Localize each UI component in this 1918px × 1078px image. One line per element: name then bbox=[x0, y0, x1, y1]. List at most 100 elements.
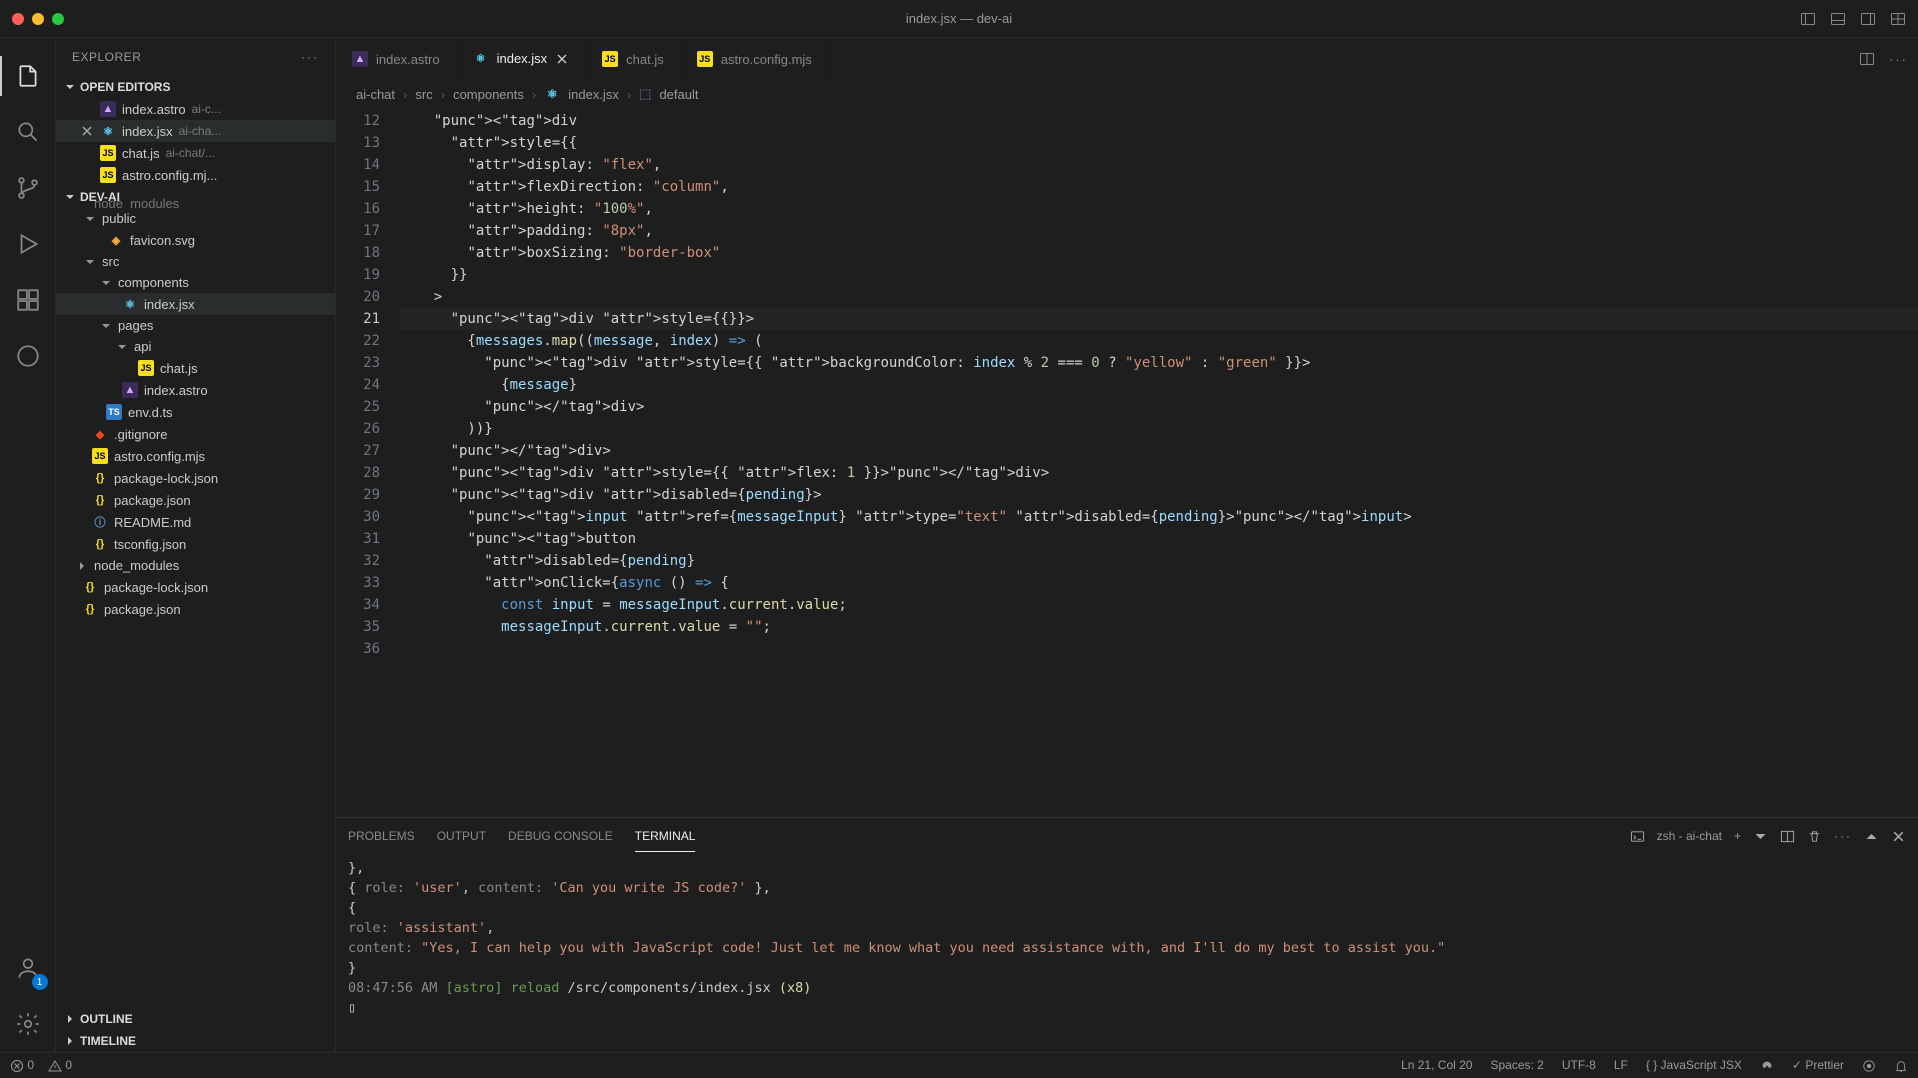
traffic-lights[interactable] bbox=[12, 13, 64, 25]
file-readme[interactable]: ⓘ README.md bbox=[56, 511, 335, 533]
file-package-json-root[interactable]: {} package.json bbox=[56, 598, 335, 620]
status-copilot-icon[interactable] bbox=[1760, 1058, 1774, 1073]
activity-source-control[interactable] bbox=[0, 160, 56, 216]
chevron-down-icon bbox=[84, 213, 96, 225]
maximize-window-icon[interactable] bbox=[52, 13, 64, 25]
more-actions-icon[interactable]: ··· bbox=[1834, 829, 1852, 843]
new-terminal-icon[interactable]: + bbox=[1734, 829, 1741, 843]
js-file-icon: JS bbox=[100, 167, 116, 183]
json-file-icon: {} bbox=[92, 492, 108, 508]
close-window-icon[interactable] bbox=[12, 13, 24, 25]
breadcrumb[interactable]: ai-chat› src› components› ⚛ index.jsx› ⬚… bbox=[336, 80, 1918, 108]
file-index-astro[interactable]: ▲ index.astro bbox=[56, 379, 335, 401]
status-language[interactable]: { } JavaScript JSX bbox=[1646, 1058, 1742, 1072]
file-package-lock-root[interactable]: {} package-lock.json bbox=[56, 576, 335, 598]
terminal-output[interactable]: }, { role: 'user', content: 'Can you wri… bbox=[336, 854, 1918, 1052]
more-actions-icon[interactable]: ··· bbox=[301, 50, 319, 64]
md-file-icon: ⓘ bbox=[92, 514, 108, 530]
chevron-up-icon[interactable] bbox=[1864, 829, 1879, 844]
svg-file-icon: ◈ bbox=[108, 232, 124, 248]
open-editors-section[interactable]: OPEN EDITORS bbox=[56, 76, 335, 98]
status-bell-icon[interactable] bbox=[1894, 1058, 1908, 1073]
file-package-lock[interactable]: {} package-lock.json bbox=[56, 467, 335, 489]
minimize-window-icon[interactable] bbox=[32, 13, 44, 25]
js-file-icon: JS bbox=[92, 448, 108, 464]
folder-components[interactable]: components bbox=[56, 272, 335, 293]
terminal-shell-label[interactable]: zsh - ai-chat bbox=[1657, 829, 1722, 843]
json-file-icon: {} bbox=[82, 579, 98, 595]
chevron-right-icon bbox=[64, 1013, 76, 1025]
status-eol[interactable]: LF bbox=[1614, 1058, 1628, 1072]
close-icon[interactable] bbox=[1891, 829, 1906, 844]
panel-tab-terminal[interactable]: TERMINAL bbox=[635, 821, 696, 852]
split-editor-icon[interactable] bbox=[1859, 51, 1875, 67]
outline-section[interactable]: OUTLINE bbox=[56, 1008, 335, 1030]
folder-pages[interactable]: pages bbox=[56, 315, 335, 336]
chevron-down-icon bbox=[64, 81, 76, 93]
file-env-dts[interactable]: TS env.d.ts bbox=[56, 401, 335, 423]
react-file-icon: ⚛ bbox=[544, 86, 560, 102]
terminal-profile-icon[interactable] bbox=[1630, 829, 1645, 844]
file-index-jsx[interactable]: ⚛ index.jsx bbox=[56, 293, 335, 315]
toggle-primary-sidebar-icon[interactable] bbox=[1800, 11, 1816, 27]
split-terminal-icon[interactable] bbox=[1780, 829, 1795, 844]
activity-remote[interactable] bbox=[0, 328, 56, 384]
file-tsconfig[interactable]: {} tsconfig.json bbox=[56, 533, 335, 555]
customize-layout-icon[interactable] bbox=[1890, 11, 1906, 27]
folder-public[interactable]: public bbox=[56, 208, 335, 229]
toggle-panel-icon[interactable] bbox=[1830, 11, 1846, 27]
chevron-down-icon[interactable] bbox=[1753, 829, 1768, 844]
folder-node-modules[interactable]: node_modules bbox=[56, 555, 335, 576]
more-actions-icon[interactable]: ··· bbox=[1889, 52, 1908, 67]
status-encoding[interactable]: UTF-8 bbox=[1562, 1058, 1596, 1072]
tab-index-jsx[interactable]: ⚛ index.jsx bbox=[457, 38, 587, 80]
file-chat-js[interactable]: JS chat.js bbox=[56, 357, 335, 379]
file-tree-item[interactable]: node_modules bbox=[56, 198, 335, 208]
close-icon[interactable] bbox=[80, 124, 94, 138]
activity-run-debug[interactable] bbox=[0, 216, 56, 272]
close-icon[interactable] bbox=[555, 52, 569, 66]
status-prettier[interactable]: ✓ Prettier bbox=[1792, 1058, 1844, 1072]
astro-file-icon: ▲ bbox=[122, 382, 138, 398]
file-gitignore[interactable]: ◆ .gitignore bbox=[56, 423, 335, 445]
activity-search[interactable] bbox=[0, 104, 56, 160]
open-editor-item[interactable]: JS astro.config.mj... bbox=[56, 164, 335, 186]
explorer-sidebar: EXPLORER ··· OPEN EDITORS ▲ index.astro … bbox=[56, 38, 336, 1052]
open-editor-item[interactable]: ⚛ index.jsx ai-cha... bbox=[56, 120, 335, 142]
code-editor[interactable]: 1213141516171819202122232425262728293031… bbox=[336, 108, 1918, 817]
panel-tab-problems[interactable]: PROBLEMS bbox=[348, 821, 415, 851]
astro-file-icon: ▲ bbox=[352, 51, 368, 67]
chevron-down-icon bbox=[100, 320, 112, 332]
tab-astro-config[interactable]: JS astro.config.mjs bbox=[681, 38, 829, 80]
file-favicon[interactable]: ◈ favicon.svg bbox=[56, 229, 335, 251]
folder-src[interactable]: src bbox=[56, 251, 335, 272]
json-file-icon: {} bbox=[92, 470, 108, 486]
tab-index-astro[interactable]: ▲ index.astro bbox=[336, 38, 457, 80]
status-feedback-icon[interactable] bbox=[1862, 1058, 1876, 1073]
activity-explorer[interactable] bbox=[0, 48, 56, 104]
extensions-icon bbox=[15, 287, 41, 313]
status-indentation[interactable]: Spaces: 2 bbox=[1490, 1058, 1543, 1072]
file-astro-config[interactable]: JS astro.config.mjs bbox=[56, 445, 335, 467]
folder-api[interactable]: api bbox=[56, 336, 335, 357]
panel-tab-output[interactable]: OUTPUT bbox=[437, 821, 486, 851]
tab-chat-js[interactable]: JS chat.js bbox=[586, 38, 681, 80]
file-package-json[interactable]: {} package.json bbox=[56, 489, 335, 511]
status-errors[interactable]: 0 bbox=[10, 1058, 34, 1073]
panel-tab-debug[interactable]: DEBUG CONSOLE bbox=[508, 821, 613, 851]
trash-icon[interactable] bbox=[1807, 829, 1822, 844]
activity-accounts[interactable]: 1 bbox=[0, 940, 56, 996]
activity-settings[interactable] bbox=[0, 996, 56, 1052]
activity-extensions[interactable] bbox=[0, 272, 56, 328]
timeline-section[interactable]: TIMELINE bbox=[56, 1030, 335, 1052]
window-title: index.jsx — dev-ai bbox=[906, 11, 1012, 26]
toggle-secondary-sidebar-icon[interactable] bbox=[1860, 11, 1876, 27]
status-warnings[interactable]: 0 bbox=[48, 1058, 72, 1073]
editor-group: ▲ index.astro ⚛ index.jsx JS chat.js JS … bbox=[336, 38, 1918, 1052]
open-editor-item[interactable]: ▲ index.astro ai-c... bbox=[56, 98, 335, 120]
js-file-icon: JS bbox=[697, 51, 713, 67]
code-content[interactable]: "punc"><"tag">div "attr">style={{ "attr"… bbox=[400, 108, 1918, 817]
status-cursor-position[interactable]: Ln 21, Col 20 bbox=[1401, 1058, 1472, 1072]
gear-icon bbox=[15, 1011, 41, 1037]
open-editor-item[interactable]: JS chat.js ai-chat/... bbox=[56, 142, 335, 164]
